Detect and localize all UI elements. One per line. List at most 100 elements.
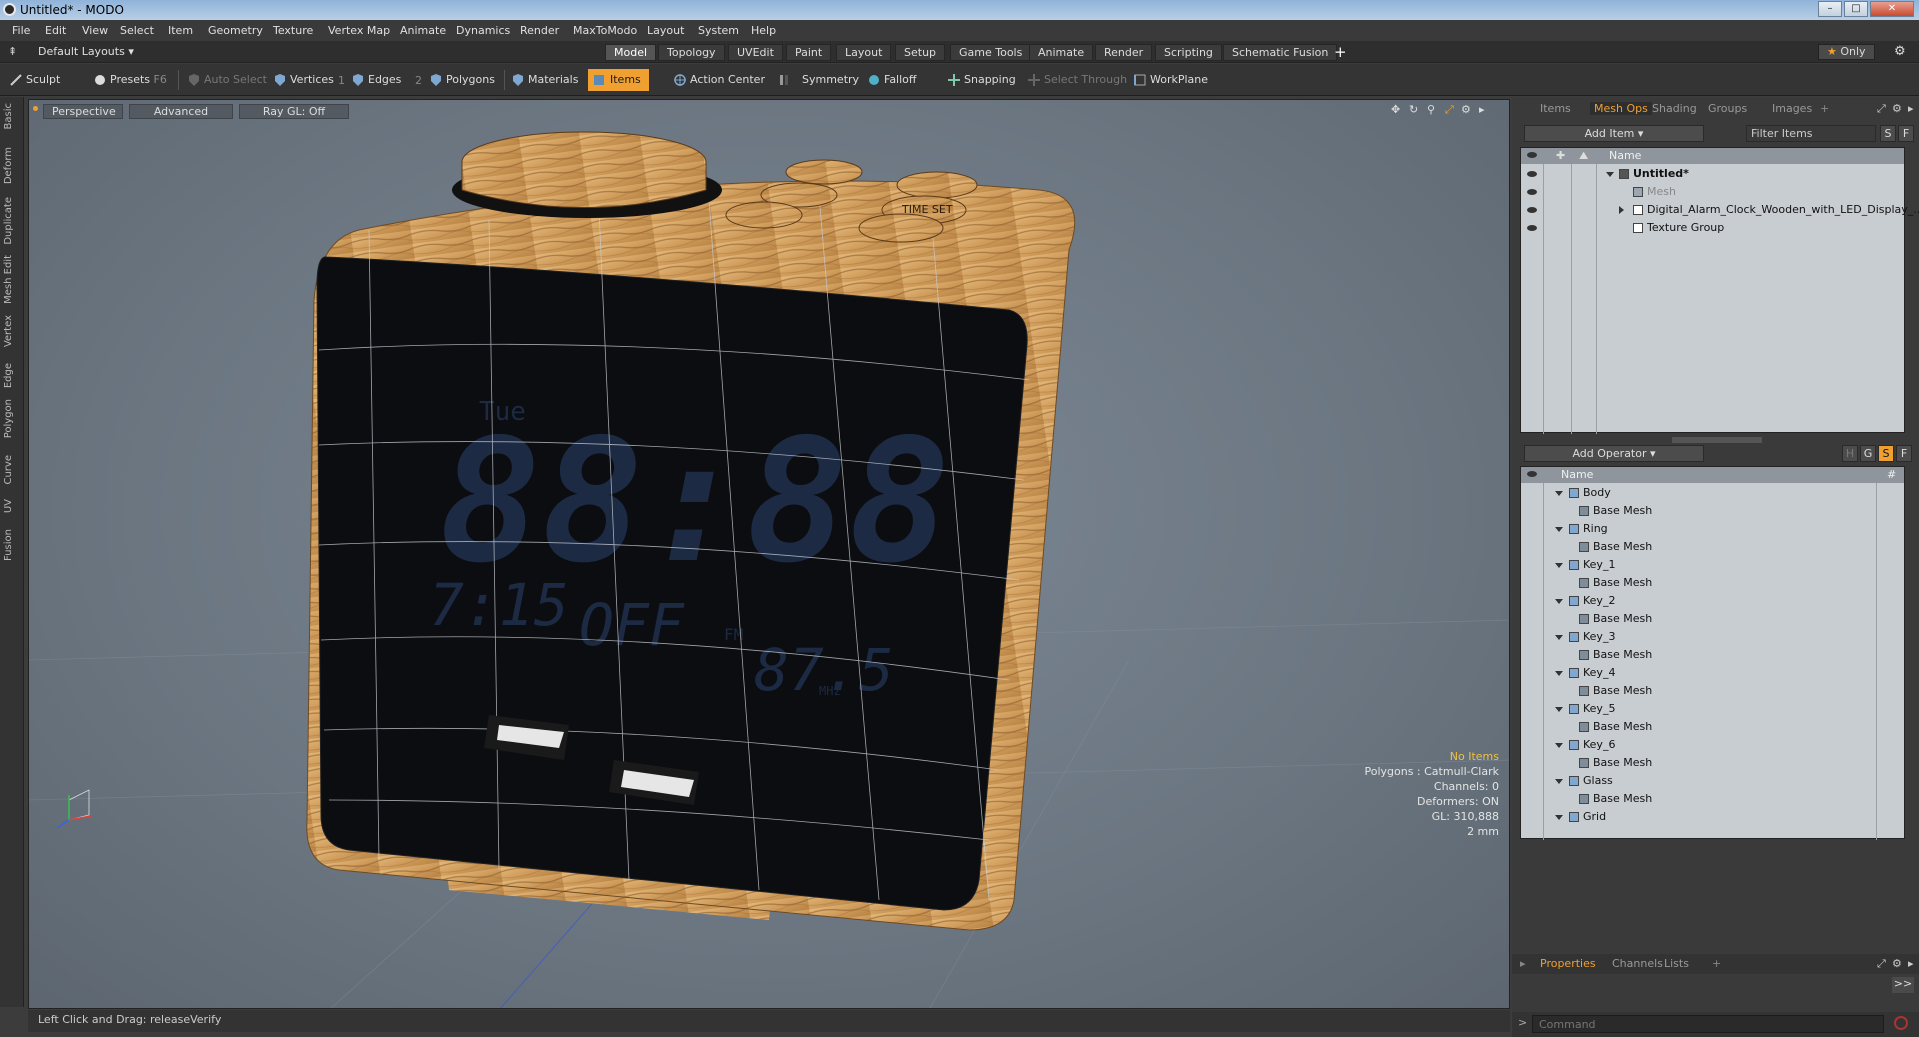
workplane-button[interactable]: WorkPlane bbox=[1132, 69, 1208, 91]
meshop-row-key-4[interactable]: Key_4 bbox=[1521, 664, 1904, 682]
materials-button[interactable]: Materials bbox=[510, 69, 578, 91]
item-row-clock[interactable]: Digital_Alarm_Clock_Wooden_with_LED_Disp… bbox=[1521, 201, 1919, 219]
menu-edit[interactable]: Edit bbox=[45, 24, 66, 37]
menu-render[interactable]: Render bbox=[520, 24, 559, 37]
menu-item[interactable]: Item bbox=[168, 24, 193, 37]
panel-expand-icon[interactable]: ⤢ bbox=[1877, 102, 1886, 116]
meshop-row-base-mesh[interactable]: Base Mesh bbox=[1521, 682, 1904, 700]
gear-icon[interactable]: ⚙ bbox=[1894, 44, 1906, 59]
vtab-deform[interactable]: Deform bbox=[3, 147, 19, 184]
expand-arrow-icon[interactable] bbox=[1555, 779, 1563, 784]
meshop-row-base-mesh[interactable]: Base Mesh bbox=[1521, 502, 1904, 520]
expand-arrow-icon[interactable] bbox=[1555, 743, 1563, 748]
default-layouts-dropdown[interactable]: Default Layouts ▾ bbox=[38, 45, 134, 58]
meshop-row-key-1[interactable]: Key_1 bbox=[1521, 556, 1904, 574]
panel-settings-icon[interactable]: ⚙ bbox=[1892, 957, 1902, 970]
panel-settings-icon[interactable]: ⚙ bbox=[1892, 102, 1902, 115]
menu-geometry[interactable]: Geometry bbox=[208, 24, 263, 37]
symmetry-button[interactable]: Symmetry bbox=[776, 69, 859, 91]
menu-layout[interactable]: Layout bbox=[647, 24, 684, 37]
meshops-f-toggle[interactable]: F bbox=[1896, 445, 1912, 462]
maximize-button[interactable]: □ bbox=[1844, 1, 1868, 17]
visibility-eye-icon[interactable] bbox=[1527, 207, 1537, 213]
tab-groups[interactable]: Groups bbox=[1708, 102, 1747, 115]
vtab-polygon[interactable]: Polygon bbox=[3, 399, 19, 438]
add-tab-icon[interactable]: + bbox=[1712, 957, 1721, 970]
meshops-s-toggle[interactable]: S bbox=[1878, 445, 1894, 462]
tab-layout[interactable]: Layout bbox=[836, 44, 892, 61]
layout-up-icon[interactable]: ⇞ bbox=[8, 45, 17, 58]
expand-arrow-icon[interactable] bbox=[1555, 815, 1563, 820]
meshop-row-key-3[interactable]: Key_3 bbox=[1521, 628, 1904, 646]
meshop-row-base-mesh[interactable]: Base Mesh bbox=[1521, 790, 1904, 808]
panel-menu-icon[interactable]: ▸ bbox=[1908, 957, 1914, 970]
edges-button[interactable]: Edges bbox=[350, 69, 401, 91]
tab-model[interactable]: Model bbox=[605, 44, 657, 61]
tab-items[interactable]: Items bbox=[1540, 102, 1571, 115]
command-input[interactable] bbox=[1532, 1015, 1884, 1033]
expand-arrow-icon[interactable] bbox=[1555, 707, 1563, 712]
expand-arrow-icon[interactable] bbox=[1555, 635, 1563, 640]
close-button[interactable]: ✕ bbox=[1870, 1, 1914, 17]
vtab-mesh-edit[interactable]: Mesh Edit bbox=[3, 255, 19, 304]
tab-topology[interactable]: Topology bbox=[658, 44, 725, 61]
expand-arrow-icon[interactable] bbox=[1555, 563, 1563, 568]
add-tab-icon[interactable]: + bbox=[1820, 102, 1829, 115]
panel-menu-icon[interactable]: ▸ bbox=[1908, 102, 1914, 115]
meshop-row-key-6[interactable]: Key_6 bbox=[1521, 736, 1904, 754]
tab-mesh-ops[interactable]: Mesh Ops bbox=[1590, 102, 1652, 115]
meshop-row-base-mesh[interactable]: Base Mesh bbox=[1521, 610, 1904, 628]
menu-vertex-map[interactable]: Vertex Map bbox=[328, 24, 390, 37]
meshop-row-base-mesh[interactable]: Base Mesh bbox=[1521, 718, 1904, 736]
tab-uvedit[interactable]: UVEdit bbox=[728, 44, 783, 61]
expand-arrow-icon[interactable] bbox=[1555, 491, 1563, 496]
vertices-button[interactable]: Vertices bbox=[272, 69, 334, 91]
tab-properties[interactable]: Properties bbox=[1540, 957, 1596, 970]
snapping-button[interactable]: Snapping bbox=[946, 69, 1016, 91]
expand-arrow-icon[interactable] bbox=[1606, 172, 1614, 177]
item-row-untitled[interactable]: Untitled* bbox=[1521, 165, 1904, 183]
vtab-edge[interactable]: Edge bbox=[3, 363, 19, 388]
expand-arrow-icon[interactable] bbox=[1555, 671, 1563, 676]
tab-paint[interactable]: Paint bbox=[786, 44, 832, 61]
vtab-basic[interactable]: Basic bbox=[3, 103, 19, 129]
meshop-row-key-5[interactable]: Key_5 bbox=[1521, 700, 1904, 718]
meshop-row-base-mesh[interactable]: Base Mesh bbox=[1521, 646, 1904, 664]
menu-dynamics[interactable]: Dynamics bbox=[456, 24, 510, 37]
select-through-button[interactable]: Select Through bbox=[1026, 69, 1127, 91]
add-operator-dropdown[interactable]: Add Operator ▾ bbox=[1524, 445, 1704, 462]
action-center-button[interactable]: Action Center bbox=[672, 69, 765, 91]
tab-render[interactable]: Render bbox=[1095, 44, 1153, 61]
panel-expand-icon[interactable]: ⤢ bbox=[1877, 957, 1886, 971]
filter-items-input[interactable]: Filter Items bbox=[1746, 125, 1876, 142]
panel-arrow-icon[interactable]: ▸ bbox=[1520, 957, 1526, 970]
auto-select-button[interactable]: Auto Select bbox=[186, 69, 267, 91]
meshops-h-toggle[interactable]: H bbox=[1842, 445, 1858, 462]
vtab-fusion[interactable]: Fusion bbox=[3, 529, 19, 561]
meshop-row-body[interactable]: Body bbox=[1521, 484, 1904, 502]
minimize-button[interactable]: – bbox=[1818, 1, 1842, 17]
tab-game-tools[interactable]: Game Tools bbox=[950, 44, 1032, 61]
tab-scripting[interactable]: Scripting bbox=[1155, 44, 1222, 61]
menu-help[interactable]: Help bbox=[751, 24, 776, 37]
meshop-row-base-mesh[interactable]: Base Mesh bbox=[1521, 754, 1904, 772]
menu-file[interactable]: File bbox=[12, 24, 30, 37]
expand-properties-button[interactable]: >> bbox=[1892, 977, 1914, 993]
only-toggle[interactable]: ★ Only bbox=[1818, 44, 1875, 60]
item-row-mesh[interactable]: Mesh bbox=[1521, 183, 1904, 201]
tab-setup[interactable]: Setup bbox=[895, 44, 946, 61]
tab-shading[interactable]: Shading bbox=[1652, 102, 1697, 115]
tab-channels[interactable]: Channels bbox=[1612, 957, 1663, 970]
menu-system[interactable]: System bbox=[698, 24, 739, 37]
items-list[interactable]: ✚ ⛰ Name Untitled* Mesh Digital_Alarm_Cl… bbox=[1520, 147, 1919, 434]
items-s-toggle[interactable]: S bbox=[1880, 125, 1896, 142]
expand-arrow-icon[interactable] bbox=[1555, 527, 1563, 532]
expand-arrow-icon[interactable] bbox=[1555, 599, 1563, 604]
visibility-eye-icon[interactable] bbox=[1527, 189, 1537, 195]
meshop-row-grid[interactable]: Grid bbox=[1521, 808, 1904, 826]
tab-images[interactable]: Images bbox=[1772, 102, 1812, 115]
polygons-button[interactable]: Polygons bbox=[428, 69, 495, 91]
meshop-row-ring[interactable]: Ring bbox=[1521, 520, 1904, 538]
presets-button[interactable]: Presets F6 bbox=[92, 69, 167, 91]
sculpt-button[interactable]: Sculpt bbox=[8, 69, 60, 91]
